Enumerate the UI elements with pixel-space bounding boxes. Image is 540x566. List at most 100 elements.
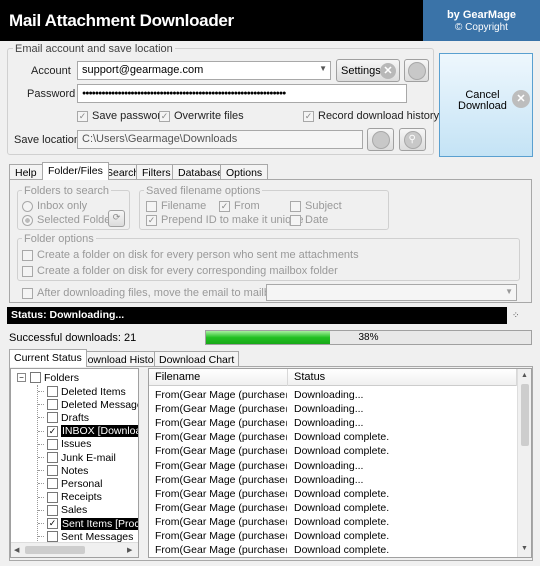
column-status[interactable]: Status [288,369,517,386]
checkbox-icon[interactable] [47,412,58,424]
scroll-left-icon[interactable]: ◀ [14,546,19,554]
from-checkbox[interactable]: ✓ From [219,200,260,212]
filename-checkbox[interactable]: Filename [146,200,206,212]
password-field[interactable]: ●●●●●●●●●●●●●●●●●●●●●●●●●●●●●●●●●●●●●●●●… [77,84,407,103]
cell-filename: From(Gear Mage (purchase@g... [155,445,287,458]
save-location-field[interactable]: C:\Users\Gearmage\Downloads [77,130,363,149]
inbox-only-radio[interactable]: Inbox only [22,200,87,212]
scroll-up-icon[interactable]: ▲ [521,372,528,379]
tree-item[interactable]: ✓Sent Items [Processed] [38,517,138,530]
checkbox-icon[interactable] [47,452,58,463]
table-row[interactable]: From(Gear Mage (purchase@g... Downloading… [149,416,517,430]
tab-current-status[interactable]: Current Status [9,349,87,367]
checkbox-icon[interactable] [47,478,58,490]
tree-item[interactable]: Deleted Messages [38,398,138,411]
collapse-icon[interactable]: − [17,373,26,382]
scroll-down-icon[interactable]: ▼ [521,545,528,552]
checkbox-icon[interactable] [47,504,58,516]
tree-root[interactable]: Folders [30,371,79,384]
date-checkbox[interactable]: Date [290,214,328,226]
prepend-id-label: Prepend ID to make it unique [161,214,304,226]
cell-status: Downloading... [294,417,364,430]
browse-button[interactable] [367,128,394,151]
tree-item[interactable]: Issues [38,438,91,451]
table-row[interactable]: From(Gear Mage (purchase@g... Downloading… [149,402,517,416]
table-row[interactable]: From(Gear Mage (purchase@g... Downloading… [149,388,517,402]
table-row[interactable]: From(Gear Mage (purchase@g... Download co… [149,529,517,543]
folder-tree[interactable]: − Folders Deleted ItemsDeleted MessagesD… [10,368,139,558]
table-row[interactable]: From(Gear Mage (purchase@g... Download co… [149,487,517,501]
checkbox-icon[interactable] [47,399,58,411]
successful-downloads: Successful downloads: 21 [9,332,137,344]
tree-item[interactable]: Personal [38,477,102,490]
table-row[interactable]: From(Gear Mage (purchase@g... Download co… [149,501,517,515]
scroll-thumb[interactable] [25,546,85,554]
tree-connector [38,443,44,445]
tree-item[interactable]: Junk E-mail [38,451,116,464]
tree-connector [38,391,44,392]
account-group-title: Email account and save location [13,43,175,55]
tree-connector [38,470,44,472]
saved-filename-title: Saved filename options [144,185,263,197]
inbox-only-label: Inbox only [37,200,88,212]
tree-item[interactable]: Drafts [38,411,89,424]
prepend-id-checkbox[interactable]: ✓ Prepend ID to make it unique [146,214,303,226]
checkbox-icon[interactable] [47,491,58,503]
check-icon[interactable]: ✓ [47,425,58,437]
checkbox-icon[interactable] [47,531,58,543]
open-folder-button[interactable]: ⚲ [399,128,426,151]
subject-checkbox[interactable]: Subject [290,200,342,212]
radio-icon [22,200,33,212]
table-row[interactable]: From(Gear Mage (purchase@g... Download co… [149,444,517,458]
tree-connector [38,483,44,485]
folder-per-person-label: Create a folder on disk for every person… [37,249,359,261]
tree-item-label: Receipts [61,491,102,504]
save-password-checkbox[interactable]: ✓ Save password [77,110,167,122]
move-to-folder-select[interactable]: ▼ [266,284,517,301]
folder-per-mailbox-label: Create a folder on disk for every corres… [37,265,338,277]
cancel-label-line2: Download [458,100,507,112]
add-account-button[interactable] [404,59,429,82]
settings-button[interactable]: Settings ✕ [336,59,400,82]
tab-folder-files[interactable]: Folder/Files [42,162,109,180]
checkbox-icon[interactable] [47,438,58,450]
tree-hscroll[interactable]: ◀ ▶ [11,542,138,557]
record-history-checkbox[interactable]: ✓ Record download history [303,110,439,122]
refresh-icon: ⟳ [112,212,121,222]
checkbox-icon [146,200,157,212]
scroll-right-icon[interactable]: ▶ [127,546,132,554]
tree-item[interactable]: Receipts [38,491,102,504]
table-row[interactable]: From(Gear Mage (purchase@g... Download co… [149,430,517,444]
table-row[interactable]: From(Gear Mage (purchase@g... Download co… [149,543,517,557]
tree-item-label: Drafts [61,411,90,424]
table-row[interactable]: From(Gear Mage (purchase@g... Download co… [149,515,517,529]
check-icon[interactable]: ✓ [47,518,58,529]
downloads-grid[interactable]: Filename Status From(Gear Mage (purchase… [148,368,532,558]
account-select[interactable]: support@gearmage.com ▼ [77,61,331,80]
checkbox-icon [22,265,33,277]
folder-per-person-checkbox[interactable]: Create a folder on disk for every person… [22,249,359,261]
choose-folders-button[interactable]: ⟳ [108,210,125,227]
grid-vscroll[interactable]: ▲ ▼ [517,369,531,557]
cell-status: Download complete. [294,544,390,557]
table-row[interactable]: From(Gear Mage (purchase@g... Downloading… [149,459,517,473]
folder-per-mailbox-checkbox[interactable]: Create a folder on disk for every corres… [22,265,338,277]
tree-item[interactable]: Notes [38,464,88,477]
grid-header: Filename Status [149,369,517,386]
tree-item[interactable]: Sales [38,504,87,517]
tree-item[interactable]: Deleted Items [38,385,126,398]
checkbox-icon[interactable] [47,386,58,397]
table-row[interactable]: From(Gear Mage (purchase@g... Downloading… [149,473,517,487]
status-text: Status: Downloading... [11,309,125,321]
column-filename[interactable]: Filename [149,369,288,386]
tab-download-chart[interactable]: Download Chart [154,351,240,367]
tab-help[interactable]: Help [9,164,43,180]
overwrite-files-checkbox[interactable]: ✓ Overwrite files [159,110,244,122]
scroll-thumb[interactable] [521,384,529,446]
cancel-download-button[interactable]: Cancel Download ✕ [439,53,533,157]
tab-options[interactable]: Options [220,164,269,180]
checkbox-icon[interactable] [47,465,58,477]
selected-folders-radio[interactable]: Selected Folders [22,214,120,226]
tree-item[interactable]: ✓INBOX [Downloading] [38,425,138,438]
tab-filters[interactable]: Filters [136,164,177,180]
